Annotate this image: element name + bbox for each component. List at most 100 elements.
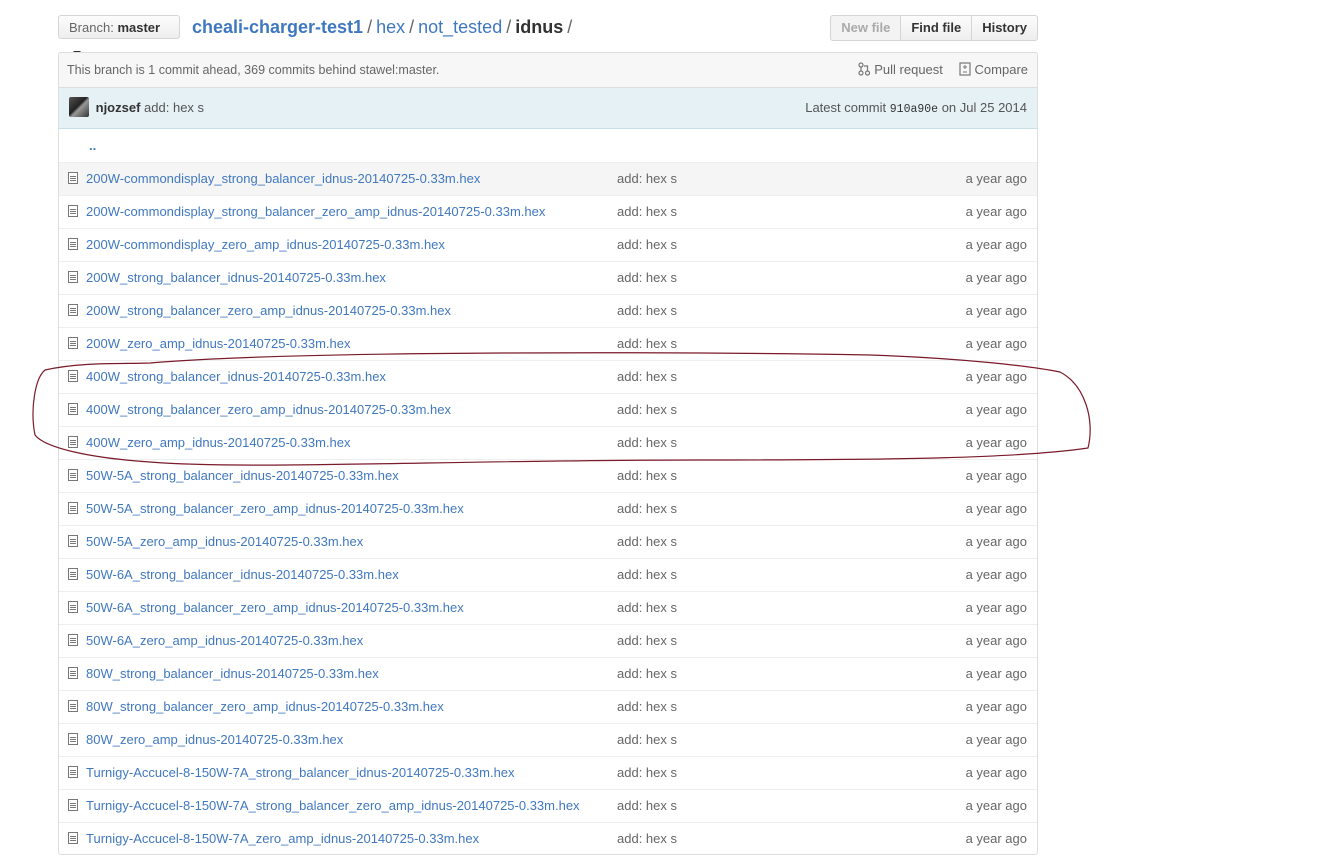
file-commit-message[interactable]: add: hex s bbox=[617, 757, 677, 789]
file-commit-message[interactable]: add: hex s bbox=[617, 361, 677, 393]
breadcrumb: cheali-charger-test1/hex / not_tested / idnu… bbox=[192, 15, 576, 39]
compare-label: Compare bbox=[974, 62, 1028, 77]
file-row: 80W_strong_balancer_zero_amp_idnus-20140… bbox=[59, 690, 1037, 723]
pull-request-label: Pull request bbox=[874, 62, 943, 77]
file-age: a year ago bbox=[965, 435, 1027, 450]
file-icon bbox=[68, 601, 78, 613]
commit-author-link[interactable]: njozsef bbox=[96, 100, 141, 115]
file-commit-message[interactable]: add: hex s bbox=[617, 526, 677, 558]
file-table: 200W-commondisplay_strong_balancer_idnus… bbox=[59, 163, 1037, 854]
branch-select-button[interactable]: Branch: master bbox=[58, 15, 180, 55]
parent-directory-row: .. bbox=[59, 129, 1037, 163]
file-age: a year ago bbox=[965, 336, 1027, 351]
file-commit-message[interactable]: add: hex s bbox=[617, 262, 677, 294]
new-file-button[interactable]: New file bbox=[830, 15, 902, 41]
file-name-link[interactable]: 200W_strong_balancer_idnus-20140725-0.33… bbox=[86, 262, 386, 294]
file-name-link[interactable]: 200W-commondisplay_strong_balancer_zero_… bbox=[86, 196, 545, 228]
file-age: a year ago bbox=[965, 171, 1027, 186]
file-commit-message[interactable]: add: hex s bbox=[617, 823, 677, 854]
file-commit-message[interactable]: add: hex s bbox=[617, 691, 677, 723]
file-age: a year ago bbox=[965, 765, 1027, 780]
file-name-link[interactable]: 200W-commondisplay_strong_balancer_idnus… bbox=[86, 163, 480, 195]
file-icon bbox=[68, 205, 78, 217]
breadcrumb-not-tested-link[interactable]: not_tested bbox=[418, 17, 502, 37]
breadcrumb-separator: / bbox=[409, 17, 415, 37]
file-commit-message[interactable]: add: hex s bbox=[617, 163, 677, 195]
file-name-link[interactable]: 50W-5A_strong_balancer_zero_amp_idnus-20… bbox=[86, 493, 464, 525]
file-row: Turnigy-Accucel-8-150W-7A_zero_amp_idnus… bbox=[59, 822, 1037, 854]
file-age: a year ago bbox=[965, 303, 1027, 318]
file-age: a year ago bbox=[965, 204, 1027, 219]
breadcrumb-hex-link[interactable]: hex bbox=[376, 17, 405, 37]
file-age: a year ago bbox=[965, 600, 1027, 615]
file-name-link[interactable]: 200W-commondisplay_zero_amp_idnus-201407… bbox=[86, 229, 445, 261]
file-age: a year ago bbox=[965, 732, 1027, 747]
file-row: 80W_strong_balancer_idnus-20140725-0.33m… bbox=[59, 657, 1037, 690]
file-row: 200W-commondisplay_strong_balancer_zero_… bbox=[59, 195, 1037, 228]
file-row: 50W-5A_zero_amp_idnus-20140725-0.33m.hex… bbox=[59, 525, 1037, 558]
commit-date: on Jul 25 2014 bbox=[941, 100, 1027, 115]
file-age: a year ago bbox=[965, 270, 1027, 285]
file-name-link[interactable]: 80W_zero_amp_idnus-20140725-0.33m.hex bbox=[86, 724, 343, 756]
latest-commit-bar: njozsef add: hex s Latest commit 910a90e… bbox=[59, 88, 1037, 129]
file-icon bbox=[68, 634, 78, 646]
file-row: 80W_zero_amp_idnus-20140725-0.33m.hex add… bbox=[59, 723, 1037, 756]
file-row: 200W_strong_balancer_idnus-20140725-0.33… bbox=[59, 261, 1037, 294]
file-age: a year ago bbox=[965, 402, 1027, 417]
commit-message[interactable]: add: hex s bbox=[144, 100, 204, 115]
file-commit-message[interactable]: add: hex s bbox=[617, 658, 677, 690]
file-commit-message[interactable]: add: hex s bbox=[617, 625, 677, 657]
breadcrumb-separator: / bbox=[367, 17, 373, 37]
file-commit-message[interactable]: add: hex s bbox=[617, 229, 677, 261]
file-row: 400W_zero_amp_idnus-20140725-0.33m.hex ad… bbox=[59, 426, 1037, 459]
file-commit-message[interactable]: add: hex s bbox=[617, 295, 677, 327]
file-name-link[interactable]: 80W_strong_balancer_zero_amp_idnus-20140… bbox=[86, 691, 444, 723]
file-name-link[interactable]: Turnigy-Accucel-8-150W-7A_strong_balance… bbox=[86, 757, 515, 789]
avatar[interactable] bbox=[69, 97, 89, 117]
history-button[interactable]: History bbox=[971, 15, 1038, 41]
file-name-link[interactable]: 400W_zero_amp_idnus-20140725-0.33m.hex bbox=[86, 427, 351, 459]
file-row: 200W-commondisplay_zero_amp_idnus-201407… bbox=[59, 228, 1037, 261]
compare-link[interactable]: Compare bbox=[958, 62, 1028, 77]
branch-status-text: This branch is 1 commit ahead, 369 commi… bbox=[67, 63, 440, 77]
file-name-link[interactable]: 400W_strong_balancer_idnus-20140725-0.33… bbox=[86, 361, 386, 393]
file-icon bbox=[68, 799, 78, 811]
file-name-link[interactable]: 80W_strong_balancer_idnus-20140725-0.33m… bbox=[86, 658, 379, 690]
find-file-button[interactable]: Find file bbox=[900, 15, 973, 41]
file-name-link[interactable]: 200W_strong_balancer_zero_amp_idnus-2014… bbox=[86, 295, 451, 327]
breadcrumb-repo-link[interactable]: cheali-charger-test1 bbox=[192, 17, 363, 37]
file-row: 200W-commondisplay_strong_balancer_idnus… bbox=[59, 163, 1037, 195]
file-commit-message[interactable]: add: hex s bbox=[617, 328, 677, 360]
file-navigation: Branch: master cheali-charger-test1/hex /… bbox=[58, 15, 1038, 55]
file-commit-message[interactable]: add: hex s bbox=[617, 493, 677, 525]
file-commit-message[interactable]: add: hex s bbox=[617, 196, 677, 228]
file-commit-message[interactable]: add: hex s bbox=[617, 790, 677, 822]
commit-sha-link[interactable]: 910a90e bbox=[890, 103, 938, 116]
pull-request-link[interactable]: Pull request bbox=[858, 62, 946, 77]
file-commit-message[interactable]: add: hex s bbox=[617, 592, 677, 624]
file-name-link[interactable]: 50W-6A_zero_amp_idnus-20140725-0.33m.hex bbox=[86, 625, 363, 657]
file-name-link[interactable]: 50W-5A_zero_amp_idnus-20140725-0.33m.hex bbox=[86, 526, 363, 558]
file-commit-message[interactable]: add: hex s bbox=[617, 460, 677, 492]
file-name-link[interactable]: Turnigy-Accucel-8-150W-7A_strong_balance… bbox=[86, 790, 580, 822]
file-commit-message[interactable]: add: hex s bbox=[617, 427, 677, 459]
file-icon bbox=[68, 172, 78, 184]
file-name-link[interactable]: 50W-5A_strong_balancer_idnus-20140725-0.… bbox=[86, 460, 399, 492]
file-age: a year ago bbox=[965, 567, 1027, 582]
file-name-link[interactable]: 50W-6A_strong_balancer_idnus-20140725-0.… bbox=[86, 559, 399, 591]
file-name-link[interactable]: 200W_zero_amp_idnus-20140725-0.33m.hex bbox=[86, 328, 351, 360]
pull-request-icon bbox=[858, 62, 871, 76]
file-commit-message[interactable]: add: hex s bbox=[617, 394, 677, 426]
parent-directory-link[interactable]: .. bbox=[89, 138, 96, 153]
branch-name: master bbox=[117, 20, 161, 35]
file-age: a year ago bbox=[965, 831, 1027, 846]
file-commit-message[interactable]: add: hex s bbox=[617, 724, 677, 756]
file-commit-message[interactable]: add: hex s bbox=[617, 559, 677, 591]
file-name-link[interactable]: 400W_strong_balancer_zero_amp_idnus-2014… bbox=[86, 394, 451, 426]
file-name-link[interactable]: Turnigy-Accucel-8-150W-7A_zero_amp_idnus… bbox=[86, 823, 479, 854]
file-icon bbox=[68, 337, 78, 349]
file-icon bbox=[68, 766, 78, 778]
file-icon bbox=[68, 667, 78, 679]
file-name-link[interactable]: 50W-6A_strong_balancer_zero_amp_idnus-20… bbox=[86, 592, 464, 624]
latest-commit-info: Latest commit 910a90e on Jul 25 2014 bbox=[805, 88, 1027, 130]
